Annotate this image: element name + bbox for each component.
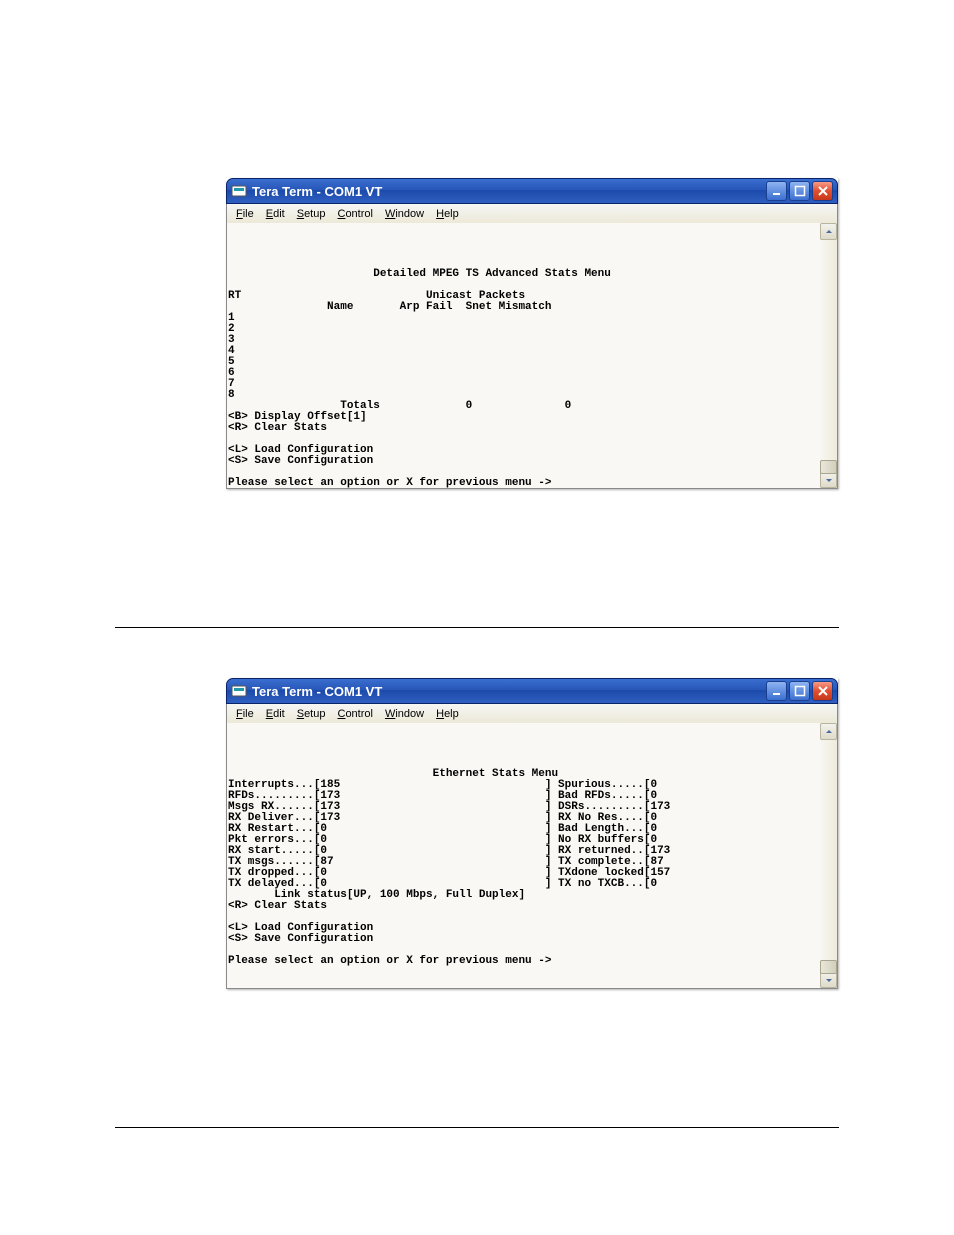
terminal-output: Detailed MPEG TS Advanced Stats Menu RT … xyxy=(227,223,820,488)
menu-help[interactable]: Help xyxy=(430,708,465,720)
minimize-button[interactable] xyxy=(766,681,787,701)
maximize-button[interactable] xyxy=(789,681,810,701)
window-title: Tera Term - COM1 VT xyxy=(252,184,766,199)
title-bar[interactable]: Tera Term - COM1 VT xyxy=(226,178,838,204)
minimize-button[interactable] xyxy=(766,181,787,201)
menu-control[interactable]: Control xyxy=(331,708,378,720)
terminal-window: Tera Term - COM1 VT File Edit Setup Cont… xyxy=(226,678,838,989)
scroll-thumb[interactable] xyxy=(820,460,837,474)
menu-file[interactable]: File xyxy=(230,708,260,720)
menu-window[interactable]: Window xyxy=(379,708,430,720)
client-area: Ethernet Stats Menu Interrupts...[185 ] … xyxy=(226,723,838,989)
title-bar[interactable]: Tera Term - COM1 VT xyxy=(226,678,838,704)
vertical-scrollbar[interactable] xyxy=(820,723,837,988)
page-divider xyxy=(115,627,839,628)
scroll-up-button[interactable] xyxy=(820,223,837,240)
menu-bar: File Edit Setup Control Window Help xyxy=(226,204,838,223)
menu-bar: File Edit Setup Control Window Help xyxy=(226,704,838,723)
menu-setup[interactable]: Setup xyxy=(291,208,332,220)
terminal-window: Tera Term - COM1 VT File Edit Setup Cont… xyxy=(226,178,838,489)
app-icon xyxy=(231,183,247,199)
scroll-track[interactable] xyxy=(820,240,837,471)
menu-edit[interactable]: Edit xyxy=(260,208,291,220)
window-title: Tera Term - COM1 VT xyxy=(252,684,766,699)
menu-file[interactable]: File xyxy=(230,208,260,220)
menu-control[interactable]: Control xyxy=(331,208,378,220)
window-buttons xyxy=(766,681,833,701)
window-buttons xyxy=(766,181,833,201)
app-icon xyxy=(231,683,247,699)
scroll-thumb[interactable] xyxy=(820,960,837,974)
client-area: Detailed MPEG TS Advanced Stats Menu RT … xyxy=(226,223,838,489)
close-button[interactable] xyxy=(812,181,833,201)
maximize-button[interactable] xyxy=(789,181,810,201)
menu-help[interactable]: Help xyxy=(430,208,465,220)
scroll-up-button[interactable] xyxy=(820,723,837,740)
scroll-track[interactable] xyxy=(820,740,837,971)
menu-setup[interactable]: Setup xyxy=(291,708,332,720)
close-button[interactable] xyxy=(812,681,833,701)
vertical-scrollbar[interactable] xyxy=(820,223,837,488)
page-divider xyxy=(115,1127,839,1128)
menu-window[interactable]: Window xyxy=(379,208,430,220)
menu-edit[interactable]: Edit xyxy=(260,708,291,720)
terminal-output: Ethernet Stats Menu Interrupts...[185 ] … xyxy=(227,723,820,988)
